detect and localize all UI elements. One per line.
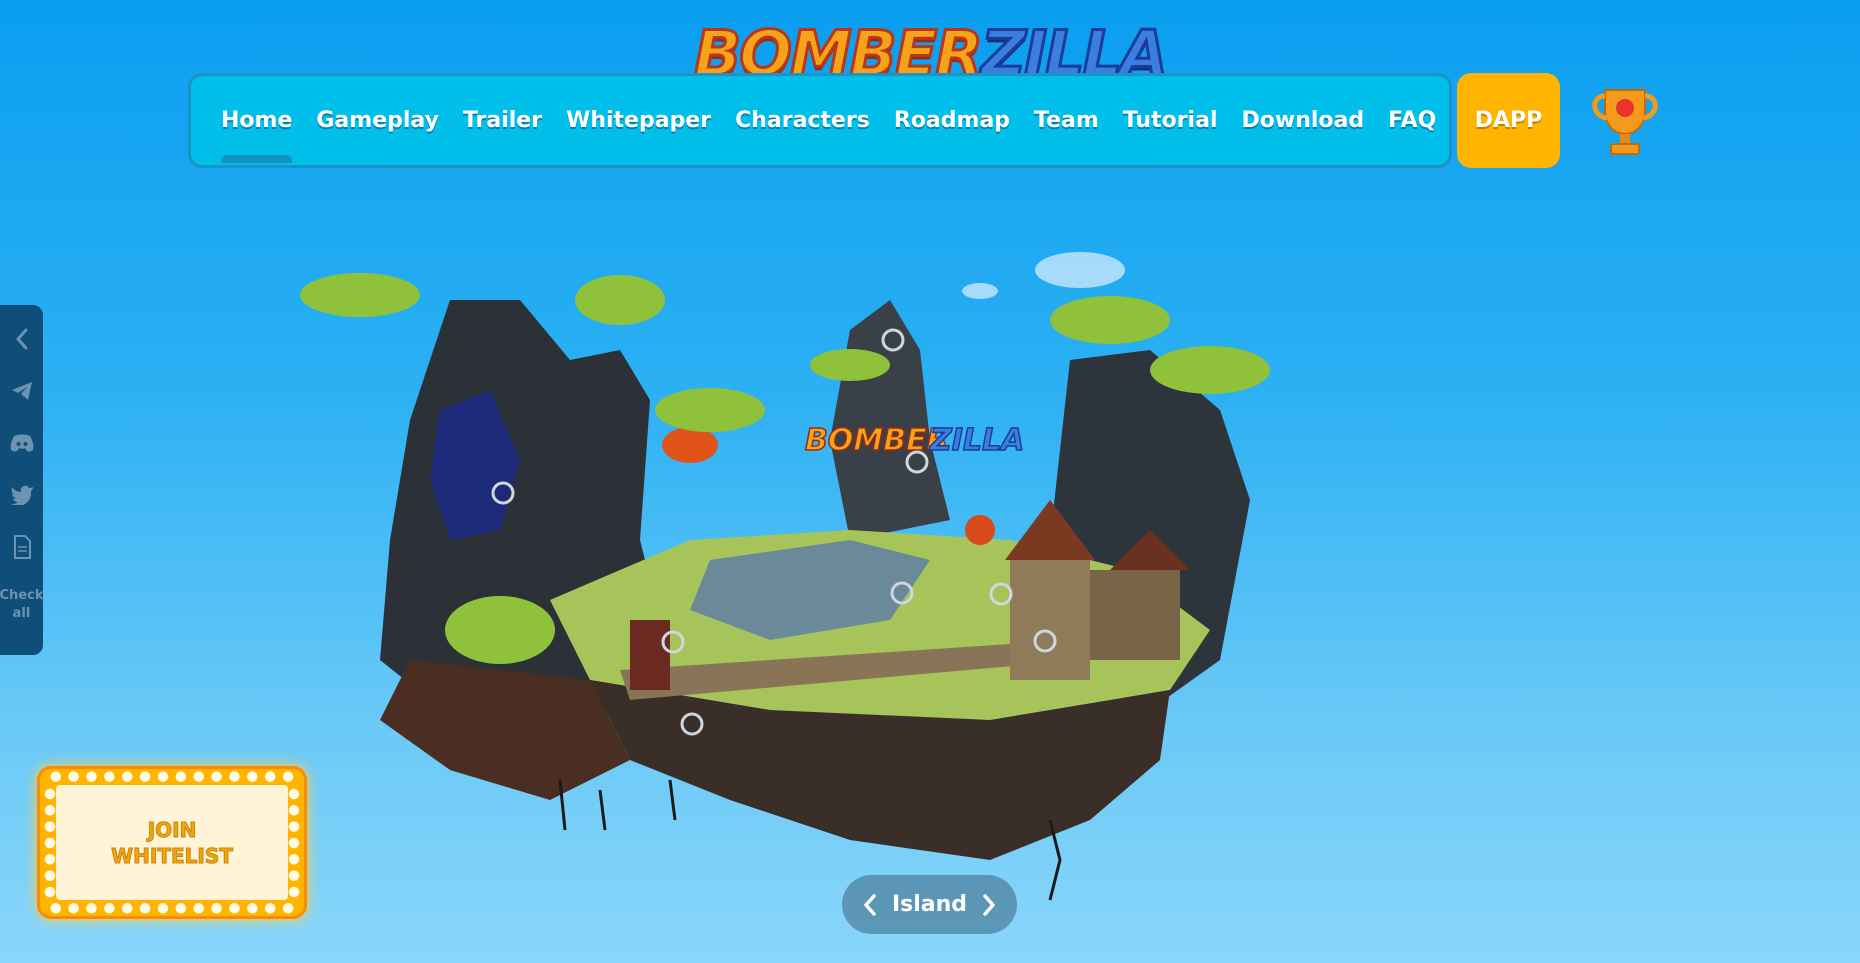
marquee-bulb — [211, 903, 222, 914]
scene-logo-part-1: BOMBER — [805, 423, 950, 458]
scene-switcher: Island — [842, 875, 1017, 934]
trophy-icon[interactable] — [1585, 84, 1665, 160]
nav-item-download[interactable]: Download — [1242, 108, 1365, 133]
marquee-bulb — [288, 805, 300, 816]
marquee-bulb — [121, 771, 133, 782]
nav-item-trailer[interactable]: Trailer — [463, 108, 542, 133]
marquee-bulb — [44, 821, 56, 832]
marquee-bulb — [288, 821, 300, 832]
scene-name: Island — [891, 892, 968, 917]
marquee-bulb — [282, 903, 294, 914]
check-all-link[interactable]: Check all — [0, 587, 43, 623]
marquee-bulb — [44, 788, 56, 800]
marquee-bulb — [288, 870, 300, 881]
marquee-bulb — [247, 771, 258, 782]
nav-item-gameplay[interactable]: Gameplay — [316, 108, 439, 133]
nav-item-roadmap[interactable]: Roadmap — [894, 108, 1010, 133]
marquee-bulb — [229, 771, 240, 782]
marquee-bulb — [288, 854, 300, 865]
marquee-bulb — [44, 805, 56, 816]
castle-wall — [1090, 570, 1180, 660]
chevron-left-icon[interactable] — [10, 327, 34, 351]
nav-item-tutorial[interactable]: Tutorial — [1123, 108, 1218, 133]
nav-item-faq[interactable]: FAQ — [1388, 108, 1436, 133]
main-nav: Home Gameplay Trailer Whitepaper Characters R… — [188, 73, 1534, 168]
marquee-bulb — [50, 771, 62, 782]
marquee-bulb — [44, 854, 56, 865]
marquee-bulb — [139, 771, 151, 782]
marquee-bulb — [288, 886, 300, 898]
marquee-bulb — [68, 903, 79, 914]
red-balloon — [965, 515, 995, 545]
dapp-button[interactable]: DAPP — [1457, 73, 1560, 168]
marquee-bulb — [193, 903, 204, 914]
social-sidebar: Check all — [0, 305, 43, 655]
marquee-bulb — [86, 903, 97, 914]
marquee-bulb — [193, 771, 204, 782]
marquee-bulb — [211, 771, 222, 782]
nav-item-whitepaper[interactable]: Whitepaper — [566, 108, 711, 133]
marquee-bulb — [86, 771, 97, 782]
whitelist-panel: JOIN WHITELIST — [56, 785, 288, 900]
nav-item-home[interactable]: Home — [221, 108, 293, 163]
prev-scene-icon[interactable] — [862, 893, 878, 917]
island-scene[interactable]: BOMBER ZILLA — [290, 240, 1310, 920]
hot-air-balloon — [662, 427, 718, 463]
nav-item-team[interactable]: Team — [1034, 108, 1099, 133]
marquee-bulb — [121, 903, 133, 914]
next-scene-icon[interactable] — [981, 893, 997, 917]
scene-logo-part-2: ZILLA — [929, 423, 1024, 458]
castle-tower — [1010, 560, 1090, 680]
nav-item-characters[interactable]: Characters — [735, 108, 870, 133]
red-tower — [630, 620, 670, 690]
join-whitelist-button[interactable]: JOIN WHITELIST — [37, 766, 307, 919]
marquee-bulb — [44, 870, 56, 881]
marquee-bulb — [264, 903, 276, 914]
discord-icon[interactable] — [10, 431, 34, 455]
twitter-icon[interactable] — [10, 483, 34, 507]
marquee-bulb — [264, 771, 276, 782]
marquee-bulb — [288, 837, 300, 849]
marquee-bulb — [44, 886, 56, 898]
marquee-bulb — [247, 903, 258, 914]
marquee-bulb — [50, 903, 62, 914]
marquee-bulb — [288, 788, 300, 800]
marquee-bulb — [139, 903, 151, 914]
marquee-bulb — [157, 903, 169, 914]
whitelist-label: JOIN WHITELIST — [111, 817, 234, 868]
marquee-bulb — [175, 771, 187, 782]
marquee-bulb — [68, 771, 79, 782]
marquee-bulb — [282, 771, 294, 782]
telegram-icon[interactable] — [10, 379, 34, 403]
marquee-bulb — [44, 837, 56, 849]
marquee-bulb — [175, 903, 187, 914]
marquee-bulb — [157, 771, 169, 782]
marquee-bulb — [104, 903, 115, 914]
rock-spire — [830, 300, 950, 540]
marquee-bulb — [104, 771, 115, 782]
marquee-bulb — [229, 903, 240, 914]
document-icon[interactable] — [10, 535, 34, 559]
